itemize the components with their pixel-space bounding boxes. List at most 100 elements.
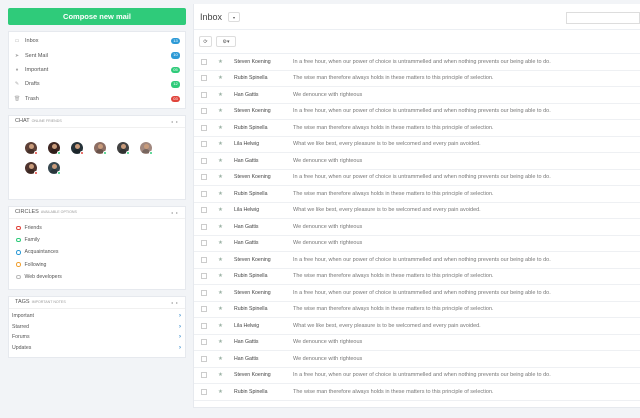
select-checkbox[interactable] (201, 58, 207, 65)
folder-item-inbox[interactable]: ▭ Inbox 13 (9, 34, 185, 48)
star-icon[interactable]: ★ (218, 174, 226, 180)
compose-button[interactable]: Compose new mail (8, 8, 186, 25)
message-row[interactable]: ★ Steven Koening In a free hour, when our … (194, 54, 640, 71)
select-checkbox[interactable] (201, 339, 207, 346)
circle-item-following[interactable]: Following (9, 259, 185, 271)
message-row[interactable]: ★ Steven Koening In a free hour, when our … (194, 104, 640, 120)
select-checkbox[interactable] (201, 174, 207, 181)
message-row[interactable]: ★ Lila Helwig What we like best, every ple… (194, 203, 640, 219)
select-checkbox[interactable] (201, 322, 207, 329)
star-icon[interactable]: ★ (218, 389, 226, 395)
message-row[interactable]: ★ Rubin Spinella The wise man therefore al… (194, 71, 640, 87)
tag-item-starred[interactable]: Starred › (9, 322, 185, 333)
mailbox-dropdown-button[interactable]: ▾ (228, 11, 241, 22)
avatar[interactable] (140, 141, 153, 155)
star-icon[interactable]: ★ (218, 141, 226, 147)
message-row[interactable]: ★ Rubin Spinella The wise man therefore al… (194, 186, 640, 203)
star-icon[interactable]: ★ (218, 125, 226, 131)
star-icon[interactable]: ★ (218, 75, 226, 81)
refresh-button[interactable]: ⟳ (199, 36, 212, 47)
star-icon[interactable]: ★ (218, 257, 226, 263)
message-row[interactable]: ★ Steven Koening In a free hour, when our … (194, 285, 640, 302)
message-row[interactable]: ★ Rubin Spinella The wise man therefore al… (194, 269, 640, 285)
star-icon[interactable]: ★ (218, 240, 226, 246)
select-checkbox[interactable] (201, 190, 207, 197)
search-input[interactable] (566, 12, 640, 24)
select-checkbox[interactable] (201, 207, 207, 214)
message-sender: Steven Koening (234, 58, 271, 65)
folder-item-important[interactable]: ● Important 05 (9, 63, 185, 77)
select-checkbox[interactable] (201, 240, 207, 247)
chat-panel: Chat online friends ◂ ▸ (8, 114, 186, 200)
avatar[interactable] (25, 161, 38, 175)
chat-panel-controls[interactable]: ◂ ▸ (171, 119, 179, 124)
message-row[interactable]: ★ Han Gattis We denounce with righteous (194, 219, 640, 236)
tag-item-updates[interactable]: Updates › (9, 343, 185, 354)
avatar[interactable] (48, 161, 61, 175)
avatar[interactable] (48, 141, 61, 155)
star-icon[interactable]: ★ (218, 158, 226, 164)
message-row[interactable]: ★ Rubin Spinella The wise man therefore al… (194, 120, 640, 137)
folder-item-sent-mail[interactable]: ➤ Sent Mail 10 (9, 48, 185, 62)
star-icon[interactable]: ★ (218, 207, 226, 213)
select-checkbox[interactable] (201, 289, 207, 296)
folder-item-drafts[interactable]: ✎ Drafts 12 (9, 77, 185, 91)
star-icon[interactable]: ★ (218, 372, 226, 378)
select-checkbox[interactable] (201, 124, 207, 131)
message-subject: The wise man therefore always holds in t… (293, 190, 494, 197)
select-checkbox[interactable] (201, 141, 207, 148)
tags-list: Important › Starred › Forums › Updates › (9, 309, 185, 353)
circle-item-family[interactable]: Family (9, 234, 185, 246)
star-icon[interactable]: ★ (218, 59, 226, 65)
select-checkbox[interactable] (201, 388, 207, 395)
message-row[interactable]: ★ Rubin Spinella The wise man therefore al… (194, 302, 640, 318)
message-row[interactable]: ★ Han Gattis We denounce with righteous (194, 335, 640, 351)
avatar[interactable] (71, 141, 84, 155)
select-checkbox[interactable] (201, 91, 207, 98)
avatar[interactable] (94, 141, 107, 155)
star-icon[interactable]: ★ (218, 306, 226, 312)
avatar[interactable] (117, 141, 130, 155)
star-icon[interactable]: ★ (218, 191, 226, 197)
star-icon[interactable]: ★ (218, 323, 226, 329)
folder-item-trash[interactable]: 🗑 Trash 03 (9, 92, 185, 106)
select-checkbox[interactable] (201, 256, 207, 263)
star-icon[interactable]: ★ (218, 356, 226, 362)
star-icon[interactable]: ★ (218, 108, 226, 114)
message-row[interactable]: ★ Han Gattis We denounce with righteous (194, 351, 640, 368)
select-checkbox[interactable] (201, 306, 207, 313)
select-checkbox[interactable] (201, 108, 207, 115)
select-checkbox[interactable] (201, 223, 207, 230)
message-sender: Han Gattis (234, 355, 259, 362)
star-icon[interactable]: ★ (218, 224, 226, 230)
select-checkbox[interactable] (201, 355, 207, 362)
circle-item-web-developers[interactable]: Web developers (9, 271, 185, 283)
tag-item-forums[interactable]: Forums › (9, 332, 185, 343)
select-checkbox[interactable] (201, 75, 207, 82)
message-row[interactable]: ★ Lila Helwig What we like best, every ple… (194, 137, 640, 153)
message-row[interactable]: ★ Steven Koening In a free hour, when our … (194, 252, 640, 269)
chevron-right-icon: › (179, 323, 181, 330)
select-checkbox[interactable] (201, 157, 207, 164)
message-row[interactable]: ★ Han Gattis We denounce with righteous (194, 153, 640, 170)
star-icon[interactable]: ★ (218, 273, 226, 279)
message-row[interactable]: ★ Han Gattis We denounce with righteous (194, 87, 640, 104)
message-subject: In a free hour, when our power of choice… (293, 256, 551, 263)
message-row[interactable]: ★ Rubin Spinella The wise man therefore al… (194, 384, 640, 401)
message-row[interactable]: ★ Lila Helwig What we like best, every ple… (194, 318, 640, 335)
message-row[interactable]: ★ Han Gattis We denounce with righteous (194, 236, 640, 252)
message-row[interactable]: ★ Steven Koening In a free hour, when our … (194, 368, 640, 384)
circles-panel-controls[interactable]: ◂ ▸ (171, 210, 179, 215)
circle-item-acquaintances[interactable]: Acquaintances (9, 246, 185, 258)
star-icon[interactable]: ★ (218, 92, 226, 98)
message-row[interactable]: ★ Steven Koening In a free hour, when our … (194, 170, 640, 186)
settings-dropdown-button[interactable]: ⚙▾ (216, 36, 236, 47)
star-icon[interactable]: ★ (218, 290, 226, 296)
select-checkbox[interactable] (201, 372, 207, 379)
circle-item-friends[interactable]: Friends (9, 222, 185, 234)
tag-item-important[interactable]: Important › (9, 311, 185, 322)
select-checkbox[interactable] (201, 273, 207, 280)
tags-panel-controls[interactable]: ◂ ▸ (171, 300, 179, 305)
avatar[interactable] (25, 141, 38, 155)
star-icon[interactable]: ★ (218, 339, 226, 345)
